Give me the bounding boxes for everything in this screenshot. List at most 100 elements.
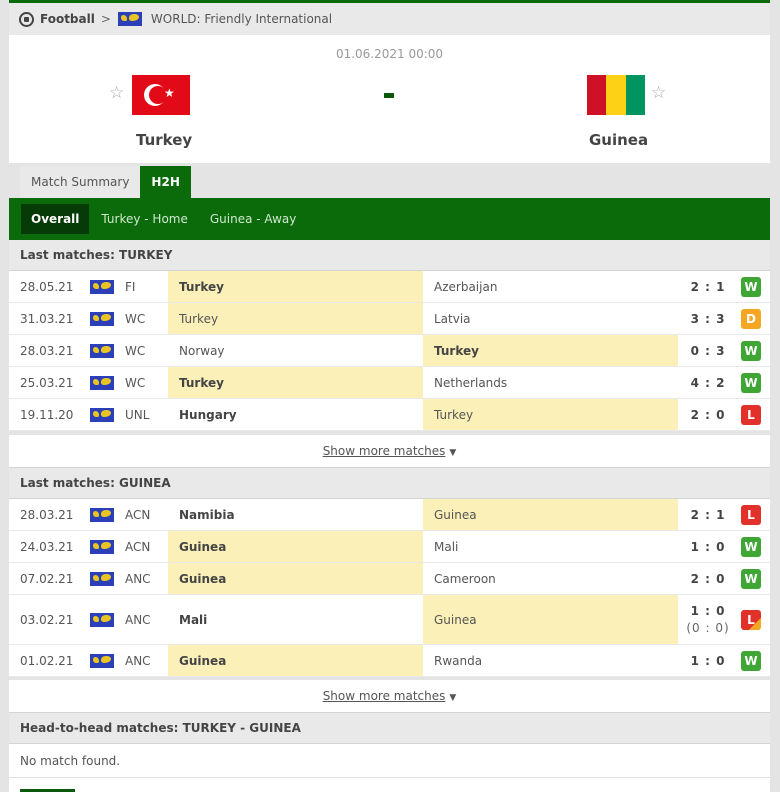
match-row[interactable]: 19.11.20 UNL Hungary Turkey 2 : 0 L (9, 399, 770, 431)
away-team: Netherlands (434, 375, 508, 390)
match-date: 25.03.21 (20, 375, 74, 390)
show-more-turkey[interactable]: Show more matches ▼ (9, 435, 770, 468)
world-flag-icon (90, 539, 114, 554)
match-date: 28.03.21 (20, 507, 74, 522)
football-icon (19, 11, 34, 27)
match-row[interactable]: 28.03.21 WC Norway Turkey 0 : 3 W (9, 335, 770, 367)
match-score: 1 : 0 (690, 653, 726, 668)
no-match-text: No match found. (9, 744, 770, 778)
breadcrumb-competition[interactable]: WORLD: Friendly International (151, 12, 332, 26)
tab-h2h[interactable]: H2H (140, 166, 191, 198)
competition-code: ACN (125, 539, 151, 554)
breadcrumb-sport[interactable]: Football (40, 12, 95, 26)
home-team-name[interactable]: Turkey (136, 131, 192, 149)
turkey-match-list: 28.05.21 FI Turkey Azerbaijan 2 : 1 W 31.03.21… (9, 271, 770, 431)
away-team: Guinea (423, 499, 678, 530)
world-flag-icon (117, 12, 142, 26)
result-badge: W (741, 276, 761, 297)
match-score: 2 : 0 (690, 407, 726, 422)
home-team: Guinea (168, 563, 423, 594)
away-team: Azerbaijan (434, 279, 498, 294)
away-team: Rwanda (434, 653, 483, 668)
match-row[interactable]: 07.02.21 ANC Guinea Cameroon 2 : 0 W (9, 563, 770, 595)
home-team: Guinea (168, 531, 423, 562)
away-team-name[interactable]: Guinea (589, 131, 648, 149)
home-team-flag[interactable]: ★ (132, 75, 190, 115)
match-row[interactable]: 28.05.21 FI Turkey Azerbaijan 2 : 1 W (9, 271, 770, 303)
match-row[interactable]: 24.03.21 ACN Guinea Mali 1 : 0 W (9, 531, 770, 563)
competition-code: ANC (125, 612, 151, 627)
world-flag-icon (90, 375, 114, 390)
match-datetime: 01.06.2021 00:00 (335, 47, 444, 61)
show-more-guinea[interactable]: Show more matches ▼ (9, 680, 770, 713)
away-team: Latvia (434, 311, 471, 326)
match-row[interactable]: 28.03.21 ACN Namibia Guinea 2 : 1 L (9, 499, 770, 531)
away-team: Turkey (423, 399, 678, 430)
result-badge: L (741, 504, 761, 525)
match-score (384, 93, 394, 98)
match-score: 2 : 1 (690, 507, 726, 522)
result-badge: W (741, 372, 761, 393)
competition-code: ANC (125, 571, 151, 586)
competition-code: FI (125, 279, 136, 294)
match-date: 31.03.21 (20, 311, 74, 326)
section-title-h2h: Head-to-head matches: TURKEY - GUINEA (9, 713, 770, 744)
world-flag-icon (90, 343, 114, 358)
chevron-down-icon: ▼ (449, 448, 457, 458)
home-team: Namibia (179, 507, 235, 522)
match-tabs: Match Summary H2H (20, 166, 191, 198)
subtab-away[interactable]: Guinea - Away (200, 204, 307, 234)
tab-match-summary[interactable]: Match Summary (20, 166, 141, 198)
result-badge: W (741, 650, 761, 671)
home-team: Turkey (168, 271, 423, 302)
match-row[interactable]: 03.02.21 ANC Mali Guinea 1 : 0 (0 : 0) L (9, 595, 770, 645)
match-score: 1 : 0 (690, 604, 726, 618)
result-badge: L (741, 404, 761, 425)
home-team: Norway (179, 343, 225, 358)
subtab-overall[interactable]: Overall (21, 204, 90, 234)
breadcrumb: Football > WORLD: Friendly International (9, 3, 770, 35)
match-date: 01.02.21 (20, 653, 74, 668)
favorite-star-icon-away[interactable]: ☆ (651, 83, 666, 103)
show-more-link[interactable]: Show more matches (323, 689, 446, 703)
away-team-flag[interactable] (587, 75, 645, 115)
world-flag-icon (90, 407, 114, 422)
competition-code: ACN (125, 507, 151, 522)
match-date: 28.03.21 (20, 343, 74, 358)
world-flag-icon (90, 653, 114, 668)
result-badge: W (741, 536, 761, 557)
match-date: 24.03.21 (20, 539, 74, 554)
show-more-link[interactable]: Show more matches (323, 444, 446, 458)
match-score: 4 : 2 (690, 375, 726, 390)
match-row[interactable]: 01.02.21 ANC Guinea Rwanda 1 : 0 W (9, 645, 770, 677)
home-team: Guinea (168, 645, 423, 676)
match-score: 3 : 3 (690, 311, 726, 326)
competition-code: ANC (125, 653, 151, 668)
subtab-home[interactable]: Turkey - Home (91, 204, 197, 234)
home-team: Turkey (168, 303, 423, 334)
home-team: Turkey (168, 367, 423, 398)
match-score: 0 : 3 (690, 343, 726, 358)
match-score: 1 : 0 (690, 539, 726, 554)
world-flag-icon (90, 279, 114, 294)
breadcrumb-separator: > (100, 12, 111, 26)
world-flag-icon (90, 571, 114, 586)
result-badge: L (741, 609, 761, 630)
half-time-score: (0 : 0) (686, 621, 730, 635)
away-team: Turkey (423, 335, 678, 366)
home-team: Mali (179, 612, 208, 627)
chevron-down-icon: ▼ (449, 693, 457, 703)
h2h-subnav: Overall Turkey - Home Guinea - Away (9, 198, 770, 240)
away-team: Guinea (423, 595, 678, 644)
match-date: 19.11.20 (20, 407, 74, 422)
match-score: 2 : 0 (690, 571, 726, 586)
section-title-guinea: Last matches: GUINEA (9, 468, 770, 499)
favorite-star-icon-home[interactable]: ☆ (109, 83, 124, 103)
match-row[interactable]: 31.03.21 WC Turkey Latvia 3 : 3 D (9, 303, 770, 335)
competition-code: WC (125, 343, 146, 358)
world-flag-icon (90, 612, 114, 627)
match-row[interactable]: 25.03.21 WC Turkey Netherlands 4 : 2 W (9, 367, 770, 399)
match-date: 07.02.21 (20, 571, 74, 586)
result-badge: D (741, 308, 761, 329)
guinea-match-list: 28.03.21 ACN Namibia Guinea 2 : 1 L 24.03.21 AC… (9, 499, 770, 677)
